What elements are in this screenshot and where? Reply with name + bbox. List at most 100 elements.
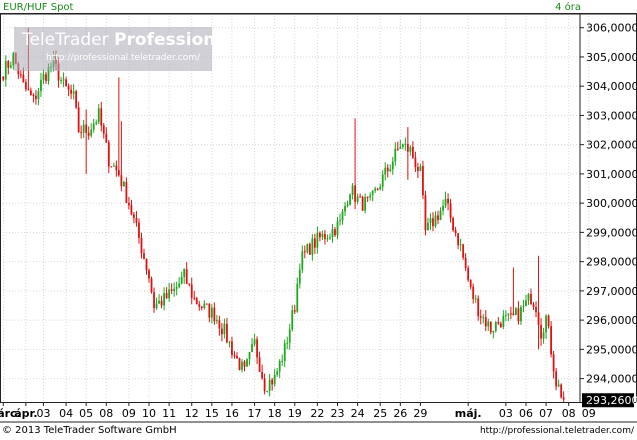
candle-up (210, 307, 213, 318)
candle-down (45, 74, 47, 81)
candle-down (218, 320, 221, 329)
y-tick-label: 302,0000 (586, 139, 637, 152)
y-tick-label: 296,0000 (586, 314, 637, 327)
candle-down (193, 297, 196, 299)
logo-brand-bold: Professional (114, 30, 233, 50)
candle-up (273, 374, 276, 385)
candle-down (452, 218, 454, 231)
teletrader-logo-watermark: TeleTrader Professional http://professio… (14, 27, 233, 71)
candle-series (2, 27, 565, 403)
candle-up (374, 188, 377, 191)
candle-down (236, 355, 238, 359)
candle-up (173, 288, 176, 291)
candle-up (112, 165, 115, 167)
candle-down (530, 293, 532, 305)
candle-up (95, 122, 98, 124)
candle-down (231, 341, 233, 356)
candle-up (37, 91, 40, 100)
candle-up (459, 244, 462, 246)
candle-down (432, 218, 434, 227)
candle-up (281, 360, 284, 362)
candle-down (213, 307, 216, 322)
y-tick-label: 300,0000 (586, 197, 637, 210)
candle-down (414, 157, 417, 168)
logo-url: http://professional.teletrader.com/ (46, 53, 201, 63)
candle-up (168, 289, 171, 299)
candle-up (379, 186, 382, 190)
candle-down (243, 361, 246, 367)
candle-down (185, 269, 188, 284)
candle-up (326, 238, 329, 240)
candle-up (545, 315, 547, 333)
candle-up (384, 167, 387, 175)
candle-up (520, 307, 522, 322)
footer-url: http://professional.teletrader.com/ (479, 426, 634, 436)
candle-down (85, 124, 88, 133)
x-tick-label: 03 (499, 407, 513, 420)
candle-up (42, 74, 45, 80)
candle-up (158, 300, 160, 304)
candle-up (429, 218, 432, 223)
footer-copyright: © 2013 TeleTrader Software GmbH (2, 425, 177, 436)
candle-down (115, 165, 118, 171)
candle-down (293, 310, 296, 312)
candle-up (331, 229, 334, 238)
candle-down (220, 328, 223, 335)
candle-down (117, 170, 120, 176)
candle-up (288, 329, 291, 343)
candle-down (67, 86, 70, 90)
chart-grid (0, 16, 590, 402)
candle-down (303, 251, 306, 253)
candle-down (552, 354, 555, 372)
candle-down (411, 146, 414, 158)
candle-down (19, 74, 22, 76)
last-value-label: 293,2600 (586, 394, 637, 407)
candle-up (278, 360, 281, 372)
candle-down (324, 233, 326, 240)
x-tick-label: 24 (351, 407, 365, 420)
x-tick-label: 09 (582, 407, 596, 420)
candle-down (65, 79, 67, 87)
candle-up (283, 343, 286, 361)
candle-up (522, 306, 525, 308)
candle-down (133, 214, 135, 219)
candle-down (125, 181, 128, 203)
logo-brand: TeleTrader Professional (22, 30, 233, 50)
candle-up (298, 269, 301, 284)
candle-up (321, 233, 324, 238)
y-tick-label: 306,0000 (586, 22, 637, 35)
candle-down (319, 232, 321, 238)
candle-down (462, 244, 465, 258)
candle-up (40, 79, 42, 92)
candle-up (155, 303, 158, 309)
candle-up (228, 341, 231, 343)
candle-down (32, 94, 35, 96)
candle-down (143, 253, 145, 259)
candle-down (226, 323, 228, 343)
candle-down (537, 312, 540, 325)
candle-down (256, 339, 258, 358)
candle-down (200, 306, 203, 308)
candle-down (472, 286, 475, 299)
candle-down (107, 142, 110, 167)
candle-up (427, 222, 429, 231)
candle-down (7, 61, 10, 68)
candle-down (165, 293, 168, 299)
candle-down (447, 198, 449, 204)
candle-up (203, 303, 206, 308)
candle-down (135, 218, 138, 223)
candle-down (484, 317, 487, 327)
candle-up (296, 283, 299, 312)
y-tick-label: 294,0000 (586, 373, 637, 386)
candle-up (404, 143, 407, 145)
x-tick-label: máj. (455, 407, 482, 420)
x-tick-label: 19 (288, 407, 302, 420)
candle-down (195, 298, 198, 305)
candle-up (525, 300, 527, 307)
candle-down (424, 195, 427, 231)
x-tick-label: 25 (373, 407, 387, 420)
y-tick-label: 304,0000 (586, 80, 637, 93)
candle-up (381, 174, 384, 187)
candle-down (258, 357, 261, 372)
x-tick-label: 05 (79, 407, 93, 420)
